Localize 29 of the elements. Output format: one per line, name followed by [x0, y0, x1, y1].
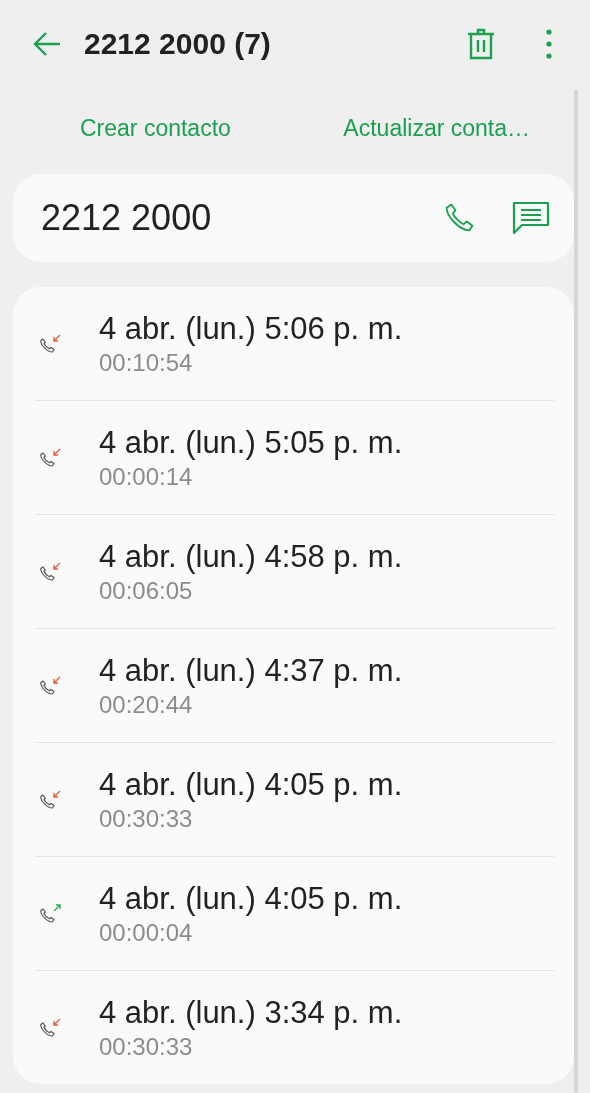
call-duration: 00:30:33 [99, 804, 194, 833]
call-time: 4 abr. (lun.) 5:06 p. m. [99, 310, 403, 347]
action-link[interactable]: Actualizar conta… [343, 114, 530, 142]
call-time: 4 abr. (lun.) 4:05 p. m. [99, 766, 403, 803]
call-icon [39, 332, 63, 355]
call-icon [39, 788, 63, 811]
message-button[interactable] [512, 201, 550, 235]
call-time: 4 abr. (lun.) 4:58 p. m. [99, 538, 403, 575]
call-icon [39, 902, 63, 925]
call-icon [39, 560, 63, 583]
back-button[interactable] [32, 31, 62, 57]
call-icon [39, 446, 63, 469]
call-time: 4 abr. (lun.) 4:05 p. m. [99, 880, 403, 917]
action-link[interactable]: Crear contacto [80, 114, 231, 142]
call-duration: 00:30:33 [99, 1032, 194, 1061]
call-icon [39, 1016, 63, 1039]
delete-button[interactable] [466, 27, 496, 61]
call-duration: 00:06:05 [99, 576, 194, 605]
call-duration: 00:00:04 [99, 918, 194, 947]
call-duration: 00:10:54 [99, 348, 194, 377]
call-duration: 00:00:14 [99, 462, 194, 491]
phone-number: 2212 2000 [41, 197, 212, 239]
more-options-button[interactable] [546, 29, 552, 59]
call-duration: 00:20:44 [99, 690, 194, 719]
call-time: 4 abr. (lun.) 5:05 p. m. [99, 424, 403, 461]
call-time: 4 abr. (lun.) 3:34 p. m. [99, 994, 403, 1031]
call-time: 4 abr. (lun.) 4:37 p. m. [99, 652, 403, 689]
call-icon [39, 674, 63, 697]
header-title: 2212 2000 (7) [84, 27, 271, 61]
